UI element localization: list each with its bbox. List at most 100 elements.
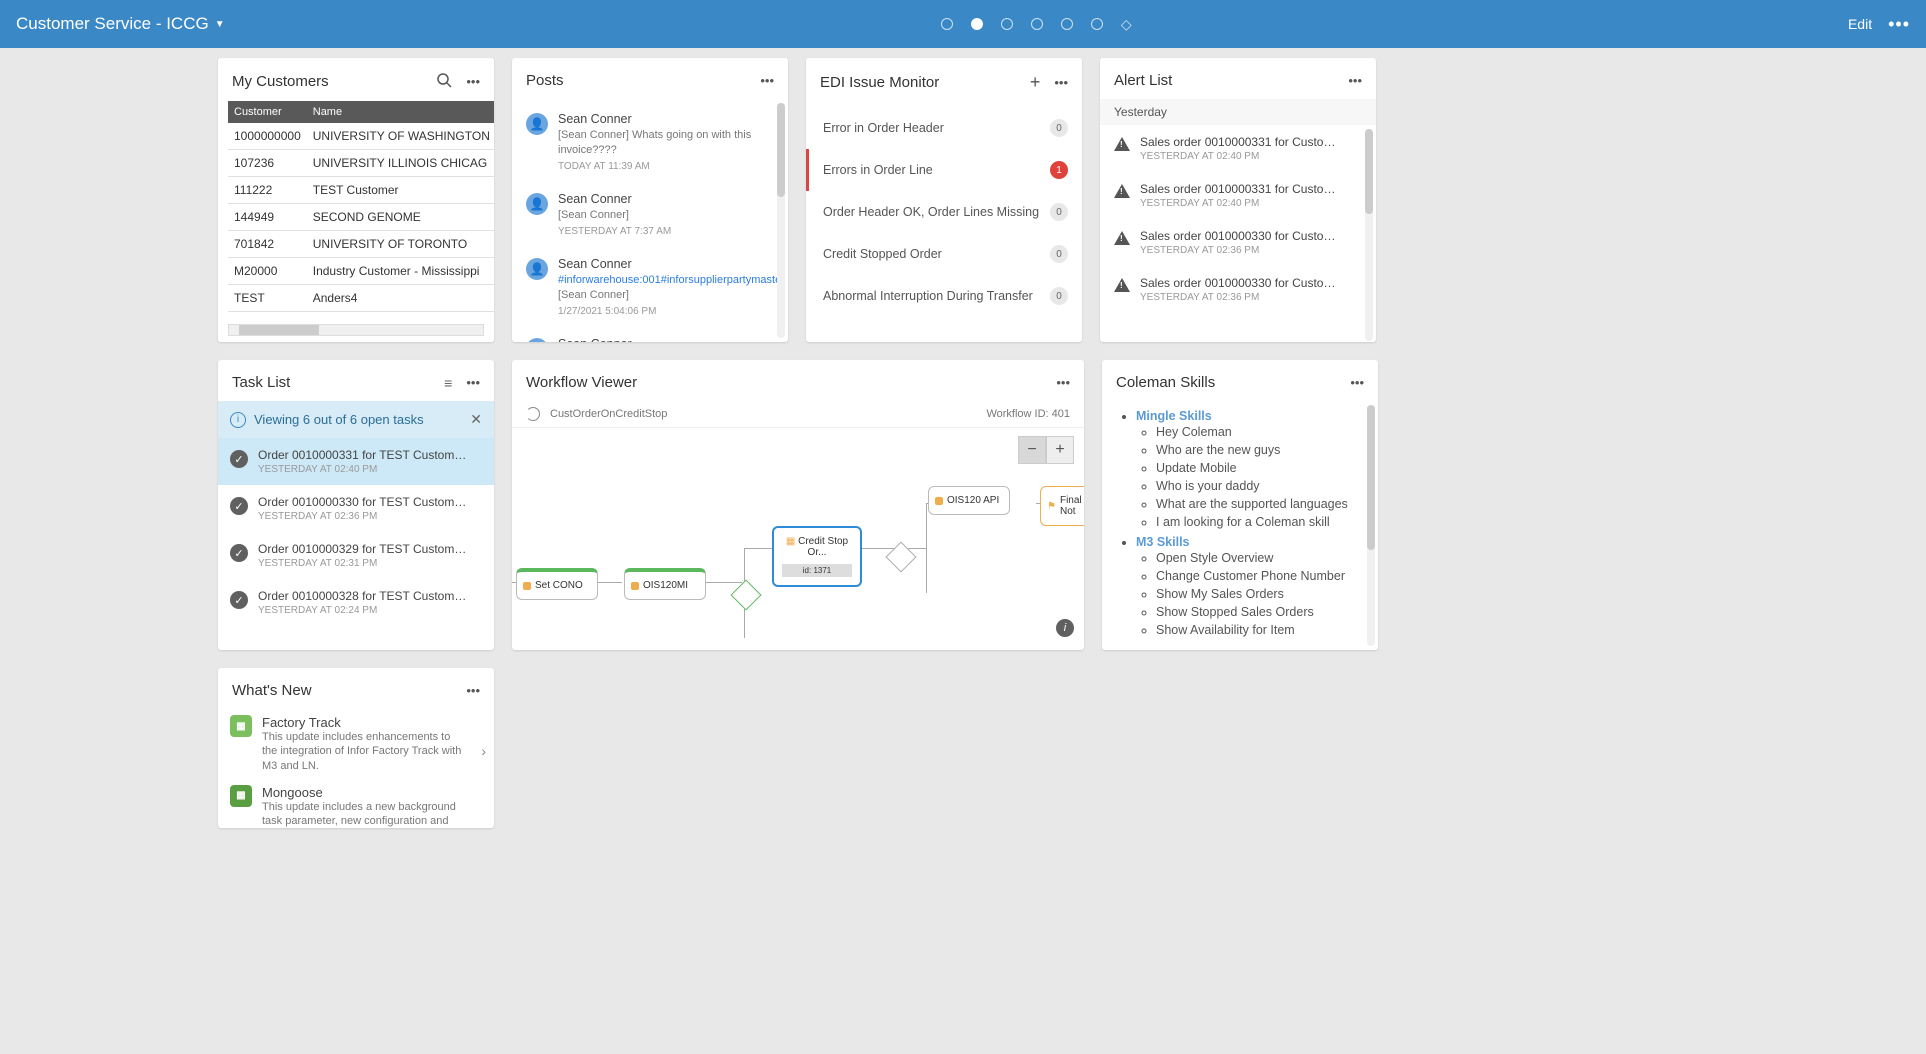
- table-row[interactable]: TESTAnders4: [228, 285, 494, 312]
- workflow-name: CustOrderOnCreditStop: [550, 408, 667, 420]
- info-icon[interactable]: i: [1056, 619, 1074, 637]
- task-item[interactable]: ✓ Order 0010000328 for TEST Customer is …: [218, 579, 494, 626]
- wf-decision-2[interactable]: [885, 541, 916, 572]
- table-row[interactable]: 701842UNIVERSITY OF TORONTO: [228, 231, 494, 258]
- more-icon[interactable]: •••: [760, 73, 774, 88]
- edi-item[interactable]: Credit Stopped Order0: [806, 233, 1082, 275]
- my-customers-card: My Customers ••• Customer Name 100000000…: [218, 58, 494, 342]
- page-dot-1[interactable]: [971, 18, 983, 30]
- skill-item[interactable]: What are the supported languages: [1156, 495, 1364, 513]
- more-icon[interactable]: •••: [466, 683, 480, 698]
- wf-decision-1[interactable]: [730, 579, 761, 610]
- alert-item[interactable]: Sales order 0010000330 for Customer 1112…: [1100, 219, 1376, 266]
- wf-node-ois120-api[interactable]: OIS120 API: [928, 486, 1010, 515]
- refresh-icon[interactable]: [526, 407, 540, 421]
- skill-item[interactable]: Show My Sales Orders: [1156, 585, 1364, 603]
- gear-icon: [523, 582, 531, 590]
- task-item[interactable]: ✓ Order 0010000331 for TEST Customer is …: [218, 438, 494, 485]
- wf-node-ois120mi[interactable]: OIS120MI: [624, 568, 706, 600]
- alert-list-card: Alert List ••• Yesterday Sales order 001…: [1100, 58, 1376, 342]
- skill-item[interactable]: Open Style Overview: [1156, 549, 1364, 567]
- page-dot-2[interactable]: [1001, 18, 1013, 30]
- task-item[interactable]: ✓ Order 0010000329 for TEST Customer is …: [218, 532, 494, 579]
- more-icon[interactable]: •••: [466, 375, 480, 390]
- post-item[interactable]: 👤 Sean Conner [Sean Conner] YESTERDAY AT…: [512, 183, 788, 248]
- whats-new-card: What's New ••• › ▦ Factory Track This up…: [218, 668, 494, 828]
- post-item[interactable]: 👤 Sean Conner [Sean Conner] Whats going …: [512, 103, 788, 183]
- wf-node-credit-stop[interactable]: ▦ Credit Stop Or... id: 1371: [772, 526, 862, 587]
- wf-node-set-cono[interactable]: Set CONO: [516, 568, 598, 600]
- page-dot-4[interactable]: [1061, 18, 1073, 30]
- skill-item[interactable]: Change Customer Phone Number: [1156, 567, 1364, 585]
- alert-item[interactable]: Sales order 0010000331 for Customer 1112…: [1100, 125, 1376, 172]
- post-body: [Sean Conner] Whats going on with this i…: [558, 128, 774, 158]
- edi-item[interactable]: Error in Order Header0: [806, 107, 1082, 149]
- add-icon[interactable]: +: [1030, 72, 1041, 93]
- more-icon[interactable]: •••: [1350, 375, 1364, 390]
- table-row[interactable]: M20000Industry Customer - Mississippi: [228, 258, 494, 285]
- wf-node-final[interactable]: ⚑Final Not: [1040, 486, 1084, 526]
- skill-item[interactable]: Show Availability for Item: [1156, 621, 1364, 639]
- edi-item[interactable]: Errors in Order Line1: [806, 149, 1082, 191]
- skill-item[interactable]: Who are the new guys: [1156, 441, 1364, 459]
- more-icon[interactable]: •••: [1888, 14, 1910, 35]
- whats-new-item[interactable]: ▦ Mongoose This update includes a new ba…: [230, 779, 482, 828]
- edi-item[interactable]: Order Header OK, Order Lines Missing0: [806, 191, 1082, 233]
- count-badge: 0: [1050, 245, 1068, 263]
- skill-item[interactable]: Who is your daddy: [1156, 477, 1364, 495]
- skill-item[interactable]: Show Stopped Sales Orders: [1156, 603, 1364, 621]
- skill-item[interactable]: I am looking for a Coleman skill: [1156, 513, 1364, 531]
- col-name[interactable]: Name: [307, 101, 494, 123]
- more-icon[interactable]: •••: [466, 74, 480, 89]
- post-time: 1/27/2021 5:04:06 PM: [558, 305, 785, 319]
- table-row[interactable]: 144949SECOND GENOME: [228, 204, 494, 231]
- zoom-in-button[interactable]: +: [1046, 436, 1074, 464]
- vscrollbar[interactable]: [1365, 129, 1373, 341]
- task-item[interactable]: ✓ Order 0010000330 for TEST Customer is …: [218, 485, 494, 532]
- chevron-right-icon[interactable]: ›: [481, 743, 486, 759]
- page-title-dropdown[interactable]: Customer Service - ICCG ▼: [16, 14, 225, 34]
- alert-item[interactable]: Sales order 0010000330 for Customer 1112…: [1100, 266, 1376, 313]
- count-badge: 0: [1050, 119, 1068, 137]
- close-icon[interactable]: ✕: [470, 411, 482, 428]
- page-dot-3[interactable]: [1031, 18, 1043, 30]
- workflow-viewer-card: Workflow Viewer ••• CustOrderOnCreditSto…: [512, 360, 1084, 650]
- more-icon[interactable]: •••: [1054, 75, 1068, 90]
- col-customer[interactable]: Customer: [228, 101, 307, 123]
- gear-icon: [935, 497, 943, 505]
- more-icon[interactable]: •••: [1056, 375, 1070, 390]
- post-author: Sean Conner: [558, 191, 671, 208]
- search-icon[interactable]: [436, 72, 452, 91]
- alert-group-header: Yesterday: [1100, 99, 1376, 125]
- info-icon: i: [230, 412, 246, 428]
- table-row[interactable]: 1000000000UNIVERSITY OF WASHINGTON: [228, 123, 494, 150]
- page-end-icon[interactable]: ◇: [1121, 16, 1132, 33]
- post-item[interactable]: 👤 Sean Conner [Sean Conner] 1/19/2021 9:…: [512, 328, 788, 342]
- vscrollbar[interactable]: [777, 103, 785, 338]
- filter-icon[interactable]: ≡: [444, 375, 452, 391]
- post-author: Sean Conner: [558, 256, 785, 273]
- page-dot-0[interactable]: [941, 18, 953, 30]
- skill-item[interactable]: Update Mobile: [1156, 459, 1364, 477]
- topbar: Customer Service - ICCG ▼ ◇ Edit •••: [0, 0, 1926, 48]
- more-icon[interactable]: •••: [1348, 73, 1362, 88]
- coleman-skills-card: Coleman Skills ••• Mingle SkillsHey Cole…: [1102, 360, 1378, 650]
- zoom-out-button[interactable]: −: [1018, 436, 1046, 464]
- post-item[interactable]: 👤 Sean Conner #inforwarehouse:001#infors…: [512, 248, 788, 328]
- vscrollbar[interactable]: [1367, 405, 1375, 646]
- edit-button[interactable]: Edit: [1848, 16, 1872, 32]
- whats-new-item[interactable]: ▦ Factory Track This update includes enh…: [230, 709, 482, 779]
- whats-new-title: What's New: [232, 682, 466, 699]
- table-row[interactable]: 107236UNIVERSITY ILLINOIS CHICAG: [228, 150, 494, 177]
- workflow-title: Workflow Viewer: [526, 374, 1056, 391]
- page-dot-5[interactable]: [1091, 18, 1103, 30]
- skill-item[interactable]: Hey Coleman: [1156, 423, 1364, 441]
- edi-label: Abnormal Interruption During Transfer: [823, 289, 1033, 303]
- my-customers-title: My Customers: [232, 73, 436, 90]
- workflow-canvas[interactable]: − + Set CONO OIS120MI ▦ Credi: [512, 427, 1084, 645]
- hscrollbar[interactable]: [228, 324, 484, 336]
- edi-item[interactable]: Abnormal Interruption During Transfer0: [806, 275, 1082, 317]
- alert-item[interactable]: Sales order 0010000331 for Customer 1112…: [1100, 172, 1376, 219]
- task-text: Order 0010000330 for TEST Customer is st…: [258, 495, 468, 509]
- table-row[interactable]: 111222TEST Customer: [228, 177, 494, 204]
